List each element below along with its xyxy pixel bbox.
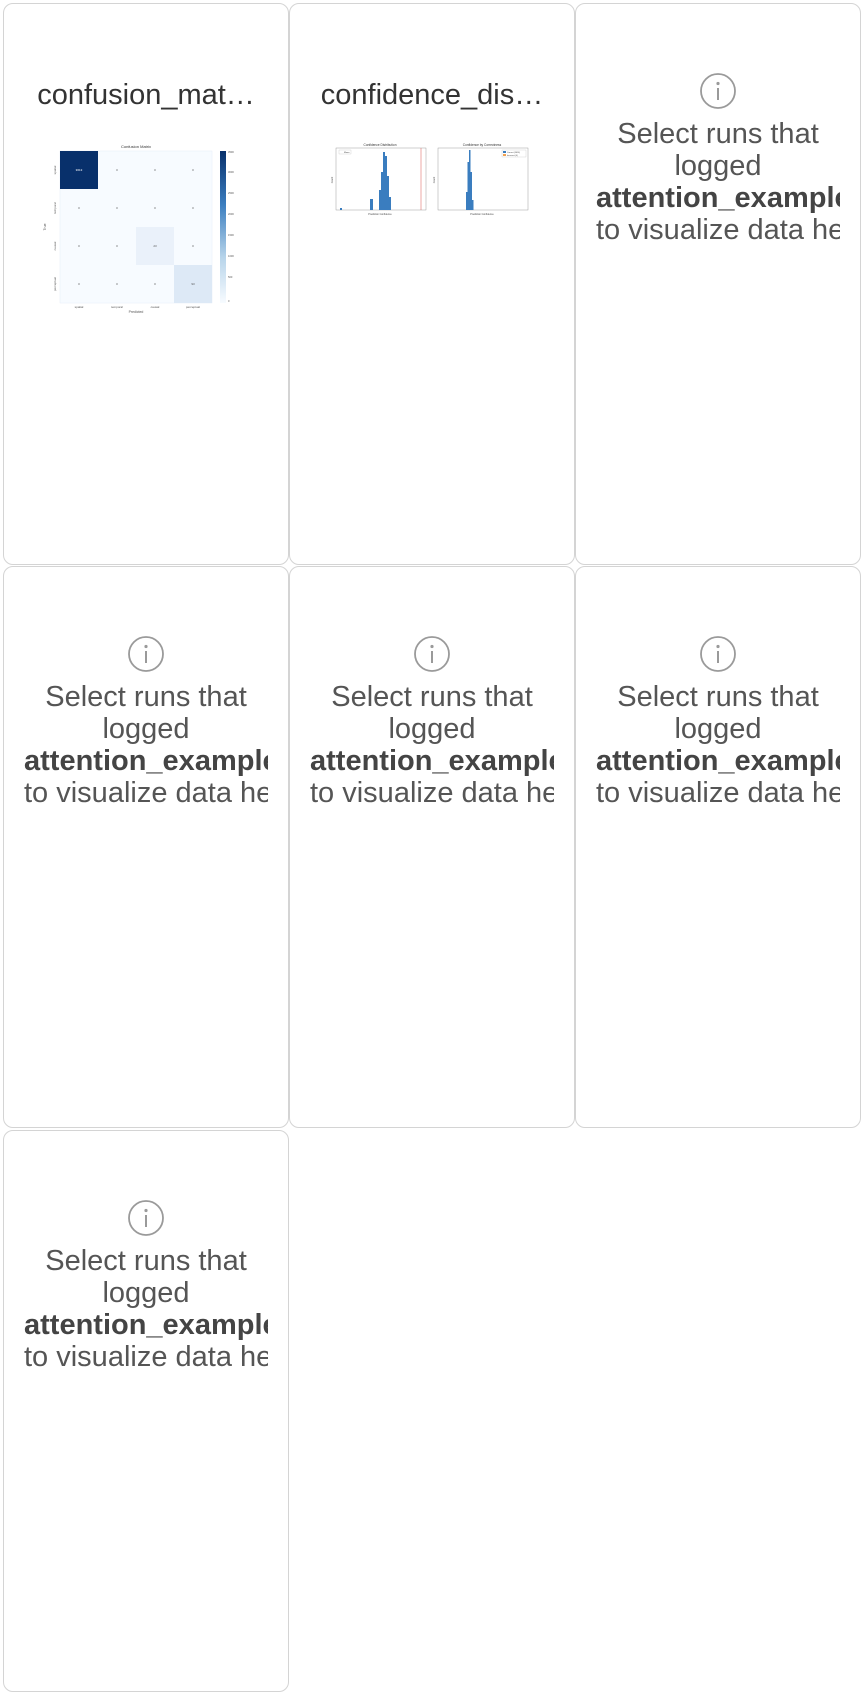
right-plot-title: Confidence by Correctness xyxy=(463,143,502,147)
x-tick-label: temporal xyxy=(111,305,123,309)
y-tick-label: spatial xyxy=(53,165,57,174)
empty-state-text: to visualize data here xyxy=(596,777,840,809)
empty-state-text: logged xyxy=(102,713,190,745)
right-x-axis-label: Prediction Confidence xyxy=(470,213,494,216)
colorbar-tick: 3500 xyxy=(228,150,234,154)
info-icon xyxy=(128,1200,164,1236)
histogram-bar xyxy=(469,150,471,210)
confidence-distribution-plots: Confidence Distribution Mean Prediction … xyxy=(331,143,529,216)
empty-state-text: logged xyxy=(102,1277,190,1309)
x-tick-label: spatial xyxy=(75,305,84,309)
empty-state: Select runs that logged attention_exampl… xyxy=(596,635,840,809)
histogram-bar xyxy=(381,172,383,210)
empty-state-key: attention_examples xyxy=(310,745,554,777)
empty-state: Select runs that logged attention_exampl… xyxy=(24,635,268,809)
x-tick-label: causal xyxy=(151,305,160,309)
empty-state-text: Select runs that xyxy=(617,681,819,713)
empty-state-text: Select runs that xyxy=(45,1245,247,1277)
x-tick-label: perceptual xyxy=(186,305,200,309)
empty-state: Select runs that logged attention_exampl… xyxy=(310,635,554,809)
empty-state-key: attention_examples xyxy=(24,745,268,777)
media-panel-empty: Select runs that logged attention_exampl… xyxy=(289,566,575,1128)
media-panel-confusion-matrix: confusion_mat… Confusion Matrix 3613 0 0… xyxy=(3,3,289,565)
right-legend-label: Correct (3616) xyxy=(507,151,520,154)
empty-state-text: Select runs that xyxy=(45,681,247,713)
x-axis-label: Predicted xyxy=(129,310,144,314)
cell-value: 23 xyxy=(153,244,157,248)
histogram-bar xyxy=(472,200,474,210)
confusion-matrix-image[interactable]: Confusion Matrix 3613 0 0 0 0 0 0 0 0 0 … xyxy=(34,142,239,314)
histogram-bar xyxy=(466,192,468,210)
colorbar-tick: 2500 xyxy=(228,191,234,195)
confusion-matrix-heatmap: Confusion Matrix 3613 0 0 0 0 0 0 0 0 0 … xyxy=(43,144,234,314)
histogram-bar xyxy=(340,208,342,210)
colorbar xyxy=(220,151,226,303)
chart-title: Confusion Matrix xyxy=(121,144,151,149)
empty-state-text: to visualize data here xyxy=(596,214,840,246)
right-legend-label: Incorrect (0) xyxy=(507,154,518,157)
histogram-bar xyxy=(389,197,391,210)
histogram-bar xyxy=(370,199,373,210)
legend-swatch-correct xyxy=(503,151,506,153)
histogram-bar xyxy=(385,156,387,210)
histogram-bar xyxy=(383,152,385,210)
left-x-axis-label: Prediction Confidence xyxy=(368,213,392,216)
empty-state-text: logged xyxy=(674,713,762,745)
empty-state-text: to visualize data here xyxy=(24,1341,268,1373)
empty-state-text: Select runs that xyxy=(331,681,533,713)
empty-state: Select runs that logged attention_exampl… xyxy=(596,72,840,246)
y-axis-label: True xyxy=(43,223,47,230)
colorbar-tick: 1000 xyxy=(228,254,234,258)
y-tick-label: perceptual xyxy=(53,277,57,291)
info-icon xyxy=(700,636,736,672)
media-panel-empty: Select runs that logged attention_exampl… xyxy=(3,566,289,1128)
empty-state-text: logged xyxy=(388,713,476,745)
media-panel-confidence-distribution: confidence_dis… Confidence Distribution … xyxy=(289,3,575,565)
empty-state-text: logged xyxy=(674,150,762,182)
cell-value: 93 xyxy=(191,282,195,286)
histogram-bar xyxy=(467,162,469,210)
histogram-bar xyxy=(387,176,389,210)
right-plot-frame xyxy=(437,147,529,211)
empty-state-key: attention_examples xyxy=(24,1309,268,1341)
empty-state: Select runs that logged attention_exampl… xyxy=(24,1199,268,1373)
media-panel-empty: Select runs that logged attention_exampl… xyxy=(3,1130,289,1692)
cell-value: 3613 xyxy=(76,168,83,172)
left-y-axis-label: Count xyxy=(331,176,334,183)
panel-title: confusion_mat… xyxy=(37,79,255,111)
colorbar-tick: 0 xyxy=(228,299,230,303)
colorbar-tick: 500 xyxy=(228,275,233,279)
colorbar-tick: 2000 xyxy=(228,212,234,216)
empty-state-key: attention_examples xyxy=(596,182,840,214)
info-icon xyxy=(128,636,164,672)
empty-state-text: to visualize data here xyxy=(310,777,554,809)
info-icon xyxy=(414,636,450,672)
histogram-bar xyxy=(379,190,381,210)
confidence-distribution-image[interactable]: Confidence Distribution Mean Prediction … xyxy=(330,142,535,218)
media-panel-empty: Select runs that logged attention_exampl… xyxy=(575,566,861,1128)
info-icon xyxy=(700,73,736,109)
empty-state-key: attention_examples xyxy=(596,745,840,777)
y-tick-label: temporal xyxy=(53,202,57,214)
histogram-bar xyxy=(470,172,472,210)
y-tick-label: causal xyxy=(53,241,57,250)
panel-title: confidence_dis… xyxy=(320,79,544,111)
empty-state-text: to visualize data here xyxy=(24,777,268,809)
right-y-axis-label: Count xyxy=(433,176,436,183)
empty-state-text: Select runs that xyxy=(617,118,819,150)
colorbar-tick: 1500 xyxy=(228,233,234,237)
colorbar-tick: 3000 xyxy=(228,170,234,174)
legend-swatch-incorrect xyxy=(503,154,506,156)
left-legend-label: Mean xyxy=(344,152,350,154)
left-plot-title: Confidence Distribution xyxy=(364,143,397,147)
media-panel-empty: Select runs that logged attention_exampl… xyxy=(575,3,861,565)
